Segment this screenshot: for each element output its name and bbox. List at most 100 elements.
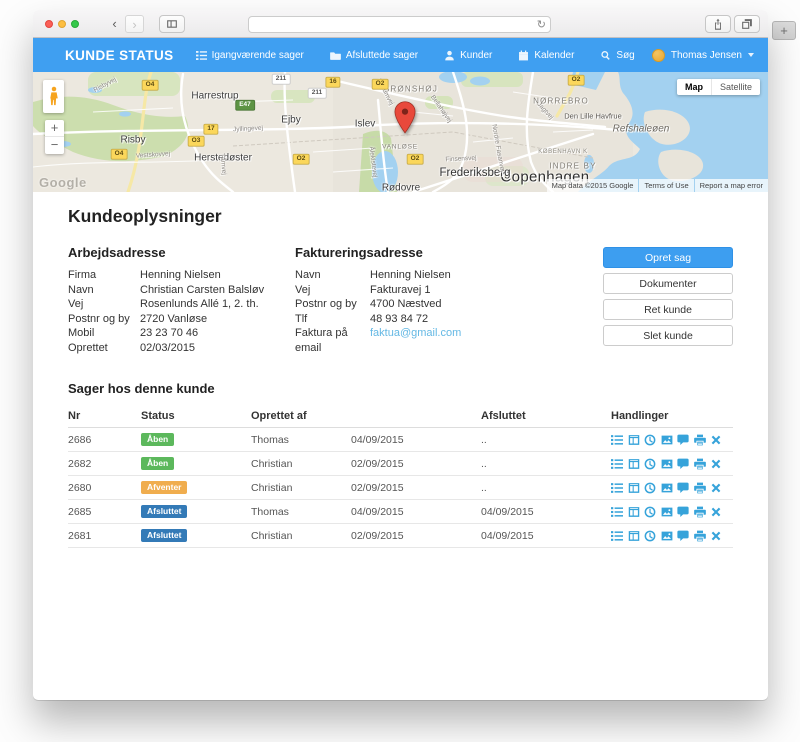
delete-icon[interactable] [710,434,722,446]
page-content: Kundeoplysninger Arbejdsadresse FirmaHen… [33,192,768,548]
case-created-date: 02/09/2015 [351,458,481,470]
street-view-pegman[interactable] [43,80,64,113]
share-button[interactable] [705,15,731,33]
dokumenter-button[interactable]: Dokumenter [603,273,733,294]
address-label: Postnr og by [295,297,370,312]
details-icon[interactable] [611,482,623,494]
address-value: 48 93 84 72 [370,312,428,327]
map-type-control: Map Satellite [677,79,760,95]
time-icon[interactable] [644,530,656,542]
status-badge: Afsluttet [141,529,187,543]
nav-item-folder[interactable]: Afsluttede sager [330,50,418,61]
photos-icon[interactable] [661,434,673,446]
map-type-map-button[interactable]: Map [677,79,711,95]
address-row: FirmaHenning Nielsen [68,268,295,283]
cases-section: Sager hos denne kunde NrStatusOprettet a… [68,381,733,548]
comments-icon[interactable] [677,458,689,470]
delete-icon[interactable] [710,506,722,518]
invoice-icon[interactable] [628,530,640,542]
address-bar[interactable]: ↻ [248,16,551,33]
brand-logo[interactable]: KUNDE STATUS [65,48,174,63]
invoice-icon[interactable] [628,458,640,470]
print-icon[interactable] [694,482,706,494]
print-icon[interactable] [694,458,706,470]
opret-sag-button[interactable]: Opret sag [603,247,733,268]
details-icon[interactable] [611,530,623,542]
status-badge: Åben [141,457,174,471]
slet-kunde-button[interactable]: Slet kunde [603,325,733,346]
nav-item-calendar[interactable]: Kalender [518,50,574,61]
delete-icon[interactable] [710,482,722,494]
work-address-title: Arbejdsadresse [68,245,295,260]
delete-icon[interactable] [710,530,722,542]
page-title: Kundeoplysninger [68,206,733,227]
column-header: Status [141,410,251,422]
comments-icon[interactable] [677,530,689,542]
cases-title: Sager hos denne kunde [68,381,733,396]
address-label: Navn [295,268,370,283]
case-created-date: 02/09/2015 [351,530,481,542]
invoice-icon[interactable] [628,482,640,494]
sidebar-toggle-button[interactable] [159,15,185,33]
photos-icon[interactable] [661,482,673,494]
address-row: Tlf48 93 84 72 [295,312,518,327]
address-label: Mobil [68,326,140,341]
address-label: Oprettet [68,341,140,356]
time-icon[interactable] [644,434,656,446]
road-badge: O4 [142,80,159,91]
case-closed-date: .. [481,458,611,470]
case-actions [611,458,733,470]
folder-icon [330,50,341,61]
zoom-window-button[interactable] [71,20,79,28]
details-icon[interactable] [611,434,623,446]
terms-of-use-link[interactable]: Terms of Use [639,179,693,192]
invoice-icon[interactable] [628,506,640,518]
zoom-in-button[interactable]: + [45,120,64,137]
print-icon[interactable] [694,506,706,518]
new-tab-button[interactable]: + [772,21,796,40]
time-icon[interactable] [644,506,656,518]
delete-icon[interactable] [710,458,722,470]
invoice-icon[interactable] [628,434,640,446]
minimize-window-button[interactable] [58,20,66,28]
time-icon[interactable] [644,482,656,494]
nav-item-tasks[interactable]: Igangværende sager [196,50,304,61]
photos-icon[interactable] [661,458,673,470]
case-status-cell: Afsluttet [141,505,251,519]
ret-kunde-button[interactable]: Ret kunde [603,299,733,320]
forward-button[interactable]: › [125,15,144,33]
nav-item-user[interactable]: Kunder [444,50,492,61]
photos-icon[interactable] [661,506,673,518]
address-label: Firma [68,268,140,283]
print-icon[interactable] [694,434,706,446]
comments-icon[interactable] [677,434,689,446]
status-badge: Afsluttet [141,505,187,519]
comments-icon[interactable] [677,506,689,518]
reload-icon[interactable]: ↻ [537,18,546,31]
comments-icon[interactable] [677,482,689,494]
details-icon[interactable] [611,458,623,470]
print-icon[interactable] [694,530,706,542]
details-icon[interactable] [611,506,623,518]
map-marker-pin[interactable] [394,101,416,134]
map-zoom-control: + − [45,120,64,154]
photos-icon[interactable] [661,530,673,542]
zoom-out-button[interactable]: − [45,137,64,154]
close-window-button[interactable] [45,20,53,28]
map-type-satellite-button[interactable]: Satellite [711,79,760,95]
road-badge: O2 [407,154,424,165]
map-canvas[interactable]: CopenhagenFrederiksbergHarrestrupEjbyIsl… [33,72,768,192]
report-map-error-link[interactable]: Report a map error [695,179,768,192]
show-tabs-button[interactable] [734,15,760,33]
address-row: NavnChristian Carsten Balsløv [68,283,295,298]
case-closed-date: .. [481,482,611,494]
address-row: VejRosenlunds Allé 1, 2. th. [68,297,295,312]
user-menu[interactable]: Thomas Jensen [652,49,754,62]
back-button[interactable]: ‹ [105,15,124,33]
time-icon[interactable] [644,458,656,470]
address-value: 2720 Vanløse [140,312,207,327]
email-link[interactable]: faktua@gmail.com [370,326,461,355]
nav-item-search[interactable]: Søg [600,50,634,61]
case-created-by: Christian [251,530,351,542]
calendar-icon [518,50,529,61]
